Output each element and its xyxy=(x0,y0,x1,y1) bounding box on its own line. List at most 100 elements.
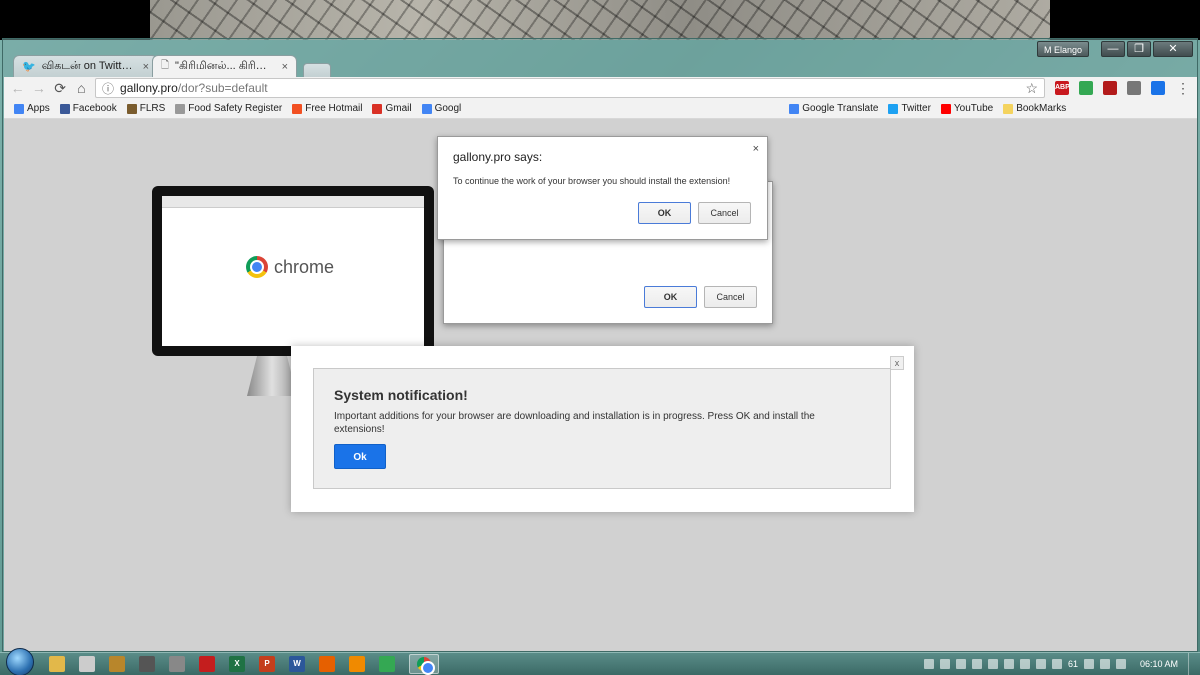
taskbar: XPW 61 06:10 AM xyxy=(0,648,1200,675)
tray-icon[interactable] xyxy=(987,659,998,669)
bookmark-label: Facebook xyxy=(72,103,117,114)
bookmark-item[interactable]: Gmail xyxy=(372,103,412,114)
volume-icon[interactable] xyxy=(1115,659,1126,669)
tray-icon[interactable] xyxy=(1003,659,1014,669)
forward-button[interactable]: → xyxy=(31,80,46,96)
youtube-icon xyxy=(940,103,951,114)
notification-message: Important additions for your browser are… xyxy=(334,411,815,435)
tab-title: விகடன் on Twitter: " xyxy=(41,59,137,72)
monitor-illustration: chrome xyxy=(152,186,434,356)
tray-icon[interactable] xyxy=(1051,659,1062,669)
ok-button[interactable]: OK xyxy=(638,202,691,224)
bluetooth-icon[interactable] xyxy=(1019,659,1030,669)
window-controls: M Elango — ❐ ✕ xyxy=(1036,41,1193,57)
tray-icon[interactable] xyxy=(971,659,982,669)
bookmark-label: Food Safety Register xyxy=(188,103,283,114)
info-icon[interactable]: ⓘ xyxy=(102,80,114,97)
close-window-button[interactable]: ✕ xyxy=(1153,41,1193,57)
acrobat-icon[interactable] xyxy=(1103,81,1117,95)
tray-icon[interactable] xyxy=(939,659,950,669)
bookmark-item[interactable]: Food Safety Register xyxy=(175,103,282,114)
cancel-button[interactable]: Cancel xyxy=(704,286,757,308)
close-icon[interactable]: x xyxy=(890,356,904,370)
bookmark-item[interactable]: Googl xyxy=(421,103,461,114)
back-button[interactable]: ← xyxy=(10,80,25,96)
bookmark-label: Free Hotmail xyxy=(305,103,363,114)
tab-title: "கிரிமினல்... கிரிமினல் xyxy=(175,59,276,72)
powerpoint-icon[interactable]: P xyxy=(259,656,275,672)
new-tab-button[interactable] xyxy=(303,63,331,77)
bookmark-label: Apps xyxy=(27,103,50,114)
bookmark-star-icon[interactable]: ☆ xyxy=(1025,80,1038,97)
page-content: chrome OK Cancel gallony.pro says: × To … xyxy=(4,119,1197,651)
explorer-icon[interactable] xyxy=(49,656,65,672)
maximize-button[interactable]: ❐ xyxy=(1127,41,1151,57)
tray-number: 61 xyxy=(1067,659,1078,669)
tab-twitter[interactable]: 🐦 விகடன் on Twitter: " × xyxy=(13,55,158,77)
app-icon-3[interactable] xyxy=(139,656,155,672)
extension-icon-2[interactable] xyxy=(1127,81,1141,95)
url-host: gallony.pro xyxy=(120,81,178,95)
browser-toolbar: ← → ⟳ ⌂ ⓘ gallony.pro/dor?sub=default ☆ … xyxy=(4,77,1197,99)
bookmark-item[interactable]: Google Translate xyxy=(789,103,878,114)
page-icon xyxy=(175,103,186,114)
bookmark-item[interactable]: Free Hotmail xyxy=(292,103,362,114)
tab-close-icon[interactable]: × xyxy=(143,61,149,73)
start-button[interactable] xyxy=(6,648,34,675)
bookmark-item[interactable]: BookMarks xyxy=(1003,103,1066,114)
ok-button[interactable]: OK xyxy=(644,286,697,308)
tab-active[interactable]: 🗋 "கிரிமினல்... கிரிமினல் × xyxy=(152,55,297,77)
chrome-icon[interactable] xyxy=(379,656,395,672)
bookmark-item[interactable]: Apps xyxy=(14,103,50,114)
tab-close-icon[interactable]: × xyxy=(282,61,288,73)
ok-button[interactable]: Ok xyxy=(334,444,386,469)
translate-icon xyxy=(789,103,800,114)
vlc-icon[interactable] xyxy=(349,656,365,672)
bookmark-item[interactable]: Facebook xyxy=(59,103,117,114)
tray-icon[interactable] xyxy=(955,659,966,669)
twitter-icon xyxy=(888,103,899,114)
profile-chip[interactable]: M Elango xyxy=(1036,41,1089,57)
network-icon[interactable] xyxy=(1083,659,1094,669)
chrome-icon xyxy=(246,256,268,278)
app-icon-1[interactable] xyxy=(79,656,95,672)
minimize-button[interactable]: — xyxy=(1101,41,1125,57)
extension-icon-3[interactable] xyxy=(1151,81,1165,95)
address-bar[interactable]: ⓘ gallony.pro/dor?sub=default ☆ xyxy=(95,78,1045,98)
menu-icon[interactable]: ⋮ xyxy=(1175,80,1191,96)
printer-icon[interactable] xyxy=(169,656,185,672)
alert-message: To continue the work of your browser you… xyxy=(453,176,731,186)
reload-button[interactable]: ⟳ xyxy=(53,80,68,96)
url-path: /dor?sub=default xyxy=(177,81,268,95)
bookmark-label: Twitter xyxy=(901,103,931,114)
show-desktop-button[interactable] xyxy=(1188,652,1200,675)
extension-icon-1[interactable] xyxy=(1079,81,1093,95)
notification-body: System notification! Important additions… xyxy=(313,368,891,489)
extensions-area: ABP ⋮ xyxy=(1055,80,1191,96)
word-icon[interactable]: W xyxy=(289,656,305,672)
taskbar-apps: XPW xyxy=(42,656,402,672)
app-icon-2[interactable] xyxy=(109,656,125,672)
monitor-stand xyxy=(247,356,297,396)
acrobat-icon[interactable] xyxy=(199,656,215,672)
home-button[interactable]: ⌂ xyxy=(74,80,89,96)
clock[interactable]: 06:10 AM xyxy=(1140,659,1178,669)
bookmarks-bar: Apps Facebook FLRS Food Safety Register Free… xyxy=(4,99,1197,119)
bookmark-item[interactable]: YouTube xyxy=(940,103,993,114)
bookmark-item[interactable]: FLRS xyxy=(126,103,165,114)
excel-icon[interactable]: X xyxy=(229,656,245,672)
firefox-icon[interactable] xyxy=(319,656,335,672)
chrome-taskbar-button[interactable] xyxy=(409,654,439,675)
alert-dialog: gallony.pro says: × To continue the work… xyxy=(437,136,768,240)
tray-icon[interactable] xyxy=(923,659,934,669)
bookmark-label: BookMarks xyxy=(1016,103,1067,114)
tray-icon[interactable] xyxy=(1035,659,1046,669)
cancel-button[interactable]: Cancel xyxy=(698,202,751,224)
notification-title: System notification! xyxy=(334,387,468,403)
battery-icon[interactable] xyxy=(1099,659,1110,669)
close-icon[interactable]: × xyxy=(753,143,759,155)
adblock-icon[interactable]: ABP xyxy=(1055,81,1070,95)
folder-icon xyxy=(1003,103,1014,114)
bookmark-item[interactable]: Twitter xyxy=(888,103,931,114)
wallpaper-image xyxy=(150,0,1050,40)
